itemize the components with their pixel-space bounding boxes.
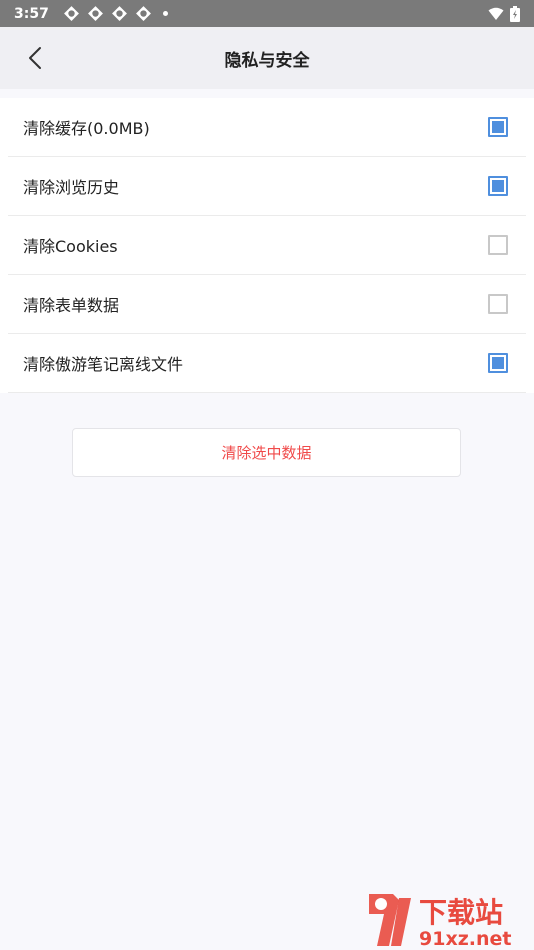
page-title: 隐私与安全 — [224, 50, 310, 71]
app-notification-icon — [63, 6, 79, 21]
settings-list: 清除缓存(0.0MB) 清除浏览历史 清除Cookies 清除表单数据 清除傲游… — [0, 98, 534, 393]
more-notifications-dot — [162, 11, 168, 16]
clear-cache-checkbox[interactable] — [488, 117, 508, 137]
setting-clear-notes-offline[interactable]: 清除傲游笔记离线文件 — [8, 334, 526, 393]
setting-clear-history[interactable]: 清除浏览历史 — [8, 157, 526, 216]
page: 3:57 隐私与安全 清除缓存(0.0MB) 清除浏览历史 清除Cookies … — [0, 0, 534, 950]
clear-cookies-checkbox[interactable] — [488, 235, 508, 255]
app-notification-icon — [87, 6, 103, 21]
setting-label: 清除浏览历史 — [23, 178, 120, 197]
setting-label: 清除缓存(0.0MB) — [23, 119, 150, 138]
notification-icons — [63, 5, 168, 22]
status-bar: 3:57 — [0, 0, 534, 27]
setting-clear-cache[interactable]: 清除缓存(0.0MB) — [8, 98, 526, 157]
wifi-icon — [488, 7, 504, 20]
watermark-logo: 下载站 91xz.net — [369, 894, 511, 950]
status-right-icons — [488, 5, 520, 22]
back-button[interactable] — [18, 41, 52, 75]
chevron-left-icon — [29, 47, 41, 69]
watermark-title: 下载站 — [419, 896, 503, 929]
header: 隐私与安全 — [0, 27, 534, 89]
clear-history-checkbox[interactable] — [488, 176, 508, 196]
clear-notes-offline-checkbox[interactable] — [488, 353, 508, 373]
clear-selected-data-button[interactable]: 清除选中数据 — [72, 428, 461, 477]
setting-label: 清除表单数据 — [23, 296, 120, 315]
setting-clear-form-data[interactable]: 清除表单数据 — [8, 275, 526, 334]
setting-label: 清除Cookies — [23, 237, 118, 256]
setting-clear-cookies[interactable]: 清除Cookies — [8, 216, 526, 275]
status-time: 3:57 — [14, 5, 49, 22]
watermark-domain: 91xz.net — [419, 928, 511, 950]
setting-label: 清除傲游笔记离线文件 — [23, 355, 184, 374]
app-notification-icon — [135, 6, 151, 21]
battery-charging-icon — [510, 5, 520, 22]
clear-form-data-checkbox[interactable] — [488, 294, 508, 314]
app-notification-icon — [111, 6, 127, 21]
